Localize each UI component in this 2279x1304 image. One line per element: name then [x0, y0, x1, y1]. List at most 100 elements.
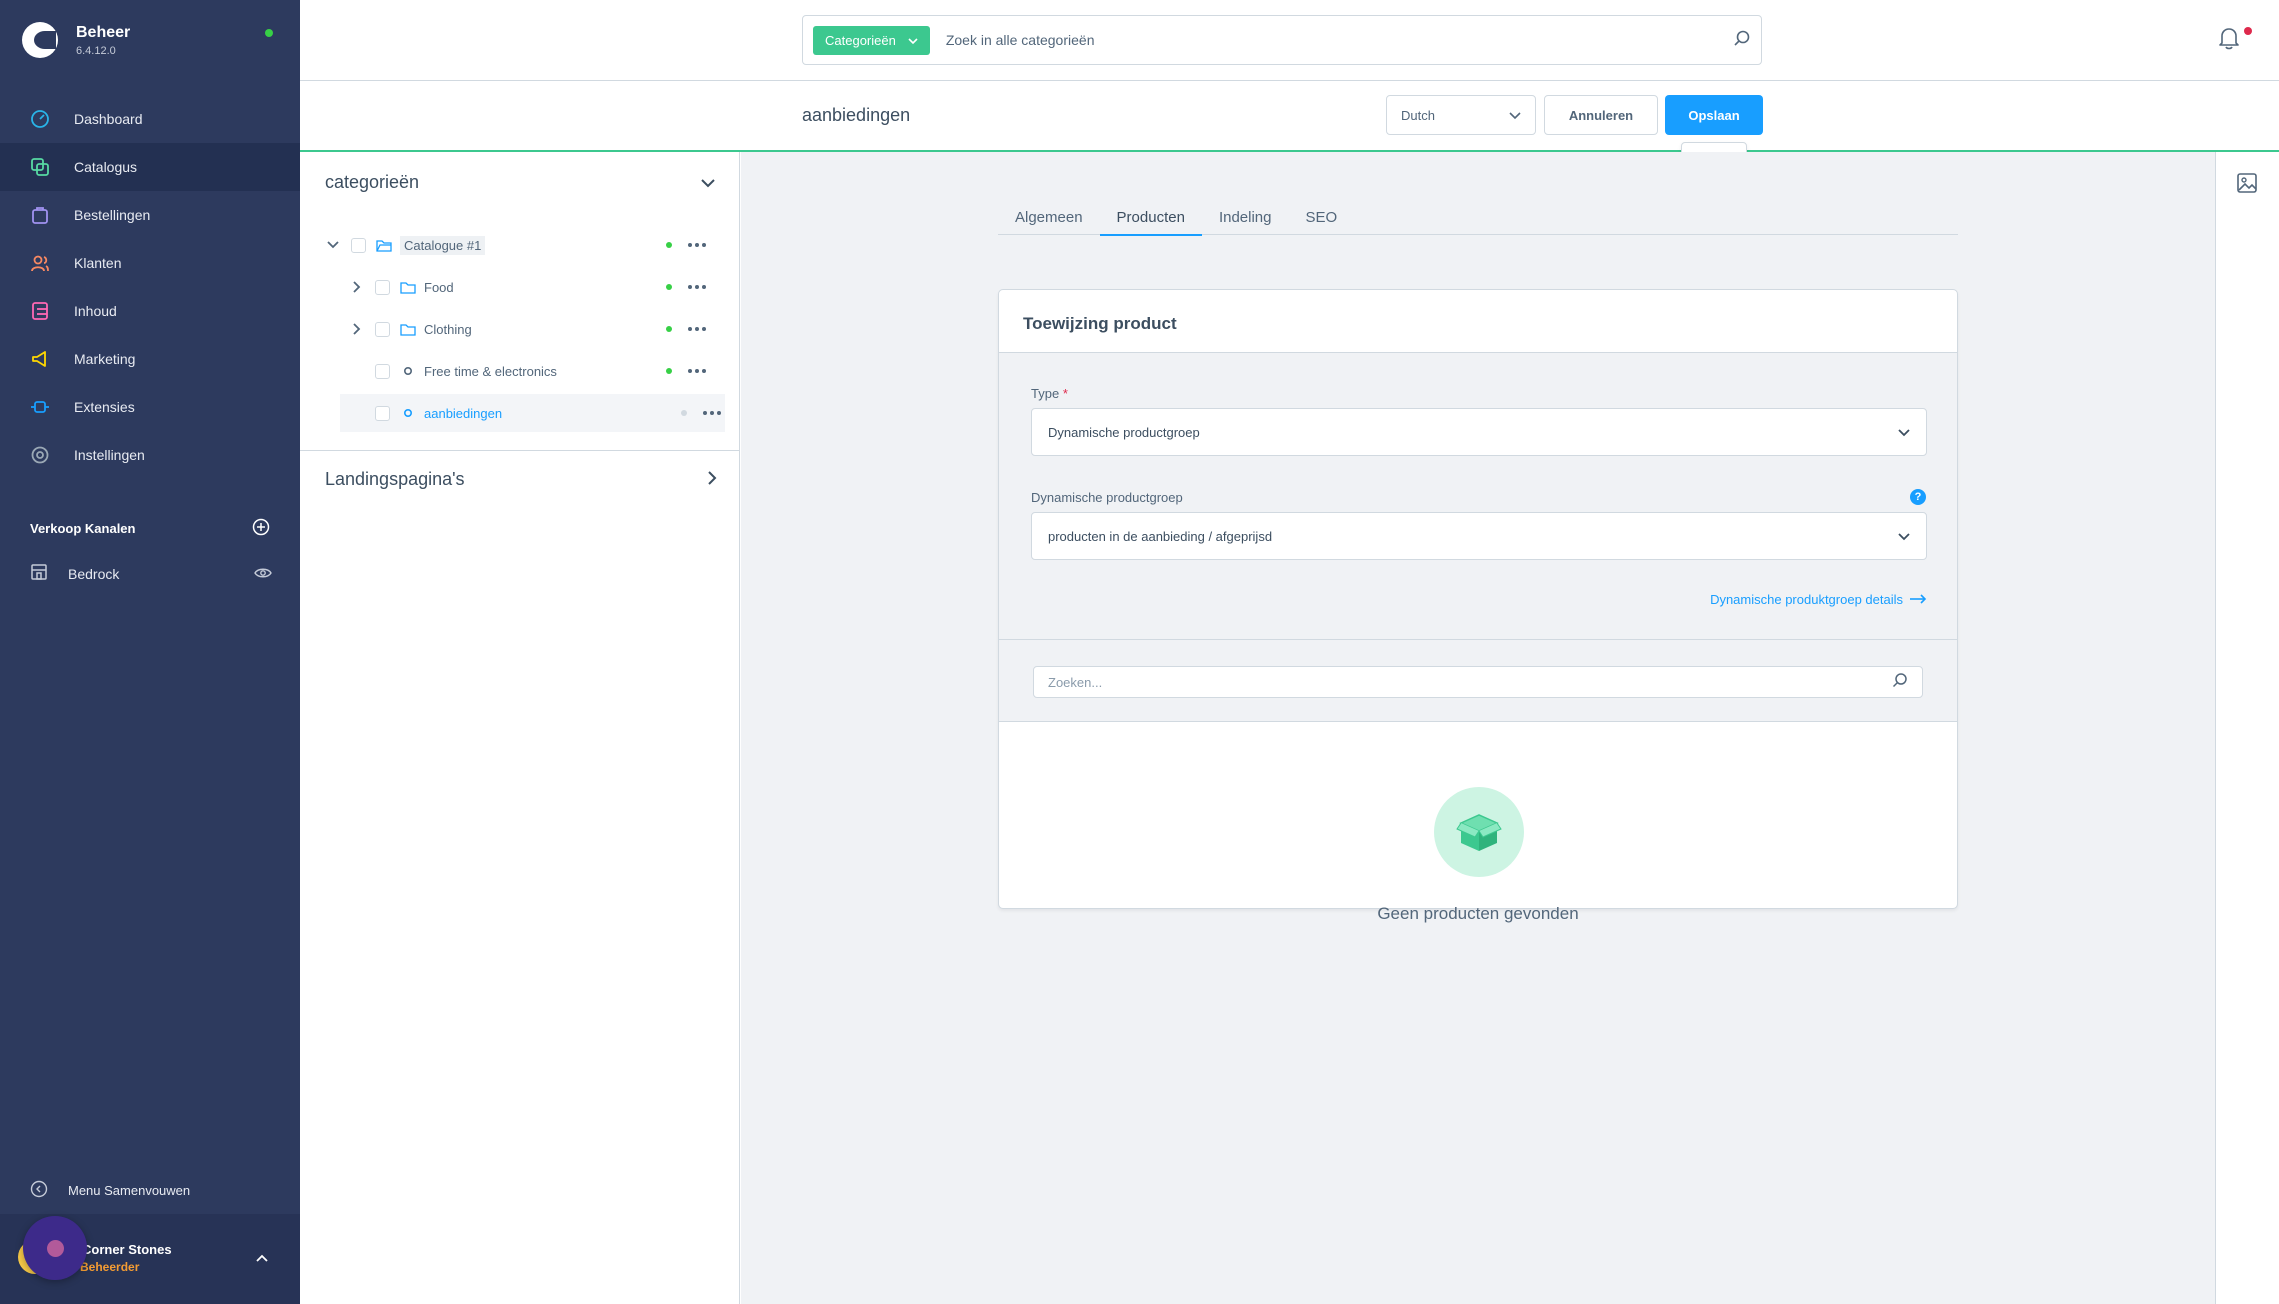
tree-item-clothing[interactable]: Clothing — [349, 310, 710, 348]
landing-pages-header[interactable]: Landingspagina's — [325, 469, 717, 490]
tab-bar: Algemeen Producten Indeling SEO — [998, 200, 1958, 236]
tab-producten[interactable]: Producten — [1099, 200, 1203, 236]
active-status-dot — [666, 284, 672, 290]
active-status-dot — [666, 368, 672, 374]
collapse-menu-button[interactable]: Menu Samenvouwen — [30, 1180, 190, 1201]
sidebar: Beheer 6.4.12.0 Dashboard Catalogus Best… — [0, 0, 300, 1304]
tree-checkbox[interactable] — [375, 279, 390, 295]
tree-item-catalogue[interactable]: Catalogue #1 — [325, 226, 710, 264]
sales-channels-header: Verkoop Kanalen — [30, 518, 270, 539]
language-value: Dutch — [1401, 107, 1435, 123]
chevron-right-icon[interactable] — [349, 281, 365, 293]
global-search: Categorieën — [802, 15, 1762, 65]
product-search-input[interactable] — [1048, 674, 1892, 690]
main-content: Algemeen Producten Indeling SEO Toewijzi… — [741, 152, 2215, 1304]
tree-item-food[interactable]: Food — [349, 268, 710, 306]
help-icon[interactable]: ? — [1910, 489, 1926, 505]
tree-checkbox[interactable] — [375, 363, 390, 379]
nav-item-klanten[interactable]: Klanten — [0, 239, 300, 287]
nav-item-bestellingen[interactable]: Bestellingen — [0, 191, 300, 239]
search-icon[interactable] — [1733, 29, 1751, 52]
app-name: Beheer — [76, 23, 131, 41]
nav-item-marketing[interactable]: Marketing — [0, 335, 300, 383]
inactive-status-dot — [681, 410, 687, 416]
category-tree-panel: categorieën Catalogue #1 Food Clothing F… — [300, 152, 740, 1304]
nav-label: Inhoud — [74, 303, 117, 319]
save-button[interactable]: Opslaan — [1665, 95, 1763, 135]
nav-label: Klanten — [74, 255, 122, 271]
search-icon[interactable] — [1892, 672, 1908, 693]
type-select[interactable]: Dynamische productgroep — [1031, 408, 1927, 456]
product-assignment-card: Toewijzing product Type * Dynamische pro… — [998, 289, 1958, 909]
product-group-details-link[interactable]: Dynamische produktgroep details — [1710, 592, 1927, 607]
search-type-select[interactable]: Categorieën — [813, 25, 930, 55]
context-menu-icon[interactable] — [688, 327, 706, 331]
notification-bell-icon[interactable] — [2218, 26, 2240, 55]
global-search-input[interactable] — [945, 32, 1733, 48]
search-type-label: Categorieën — [825, 32, 896, 48]
leaf-dot-icon — [400, 366, 416, 376]
cancel-button[interactable]: Annuleren — [1544, 95, 1658, 135]
tree-checkbox[interactable] — [375, 405, 390, 421]
tree-item-label: aanbiedingen — [424, 405, 503, 421]
tab-seo[interactable]: SEO — [1288, 200, 1354, 235]
nav-item-instellingen[interactable]: Instellingen — [0, 431, 300, 479]
tree-checkbox[interactable] — [375, 321, 390, 337]
product-search-box — [1033, 666, 1923, 698]
chevron-down-icon — [908, 33, 918, 48]
chevron-left-circle-icon — [30, 1180, 48, 1201]
language-select[interactable]: Dutch — [1386, 95, 1536, 135]
type-select-value: Dynamische productgroep — [1048, 424, 1200, 440]
main-navigation: Dashboard Catalogus Bestellingen Klanten… — [0, 95, 300, 479]
tab-algemeen[interactable]: Algemeen — [998, 200, 1100, 235]
context-menu-icon[interactable] — [688, 369, 706, 373]
product-group-field-label: Dynamische productgroep — [1031, 490, 1183, 505]
catalog-icon — [30, 157, 50, 177]
chevron-up-icon[interactable] — [255, 1250, 269, 1268]
eye-icon[interactable] — [254, 566, 272, 582]
chevron-down-icon[interactable] — [325, 241, 341, 249]
tree-item-aanbiedingen[interactable]: aanbiedingen — [340, 394, 725, 432]
nav-label: Dashboard — [74, 111, 143, 127]
tab-indeling[interactable]: Indeling — [1202, 200, 1289, 235]
content-icon — [30, 301, 50, 321]
shopware-logo — [22, 22, 58, 58]
divider — [300, 450, 740, 451]
chevron-down-icon — [1509, 108, 1521, 123]
active-status-dot — [666, 242, 672, 248]
notification-badge — [2244, 27, 2252, 35]
brand[interactable]: Beheer 6.4.12.0 — [22, 22, 130, 58]
landing-pages-title: Landingspagina's — [325, 469, 465, 489]
page-title: aanbiedingen — [802, 105, 911, 125]
empty-state-text: Geen producten gevonden — [1377, 904, 1579, 923]
product-group-select[interactable]: producten in de aanbieding / afgeprijsd — [1031, 512, 1927, 560]
user-name: Corner Stones — [82, 1242, 172, 1257]
active-status-dot — [666, 326, 672, 332]
chat-bubble-button[interactable] — [23, 1216, 87, 1280]
context-menu-icon[interactable] — [688, 285, 706, 289]
empty-box-icon — [1434, 787, 1524, 877]
nav-item-extensies[interactable]: Extensies — [0, 383, 300, 431]
folder-open-icon — [376, 239, 392, 252]
card-title: Toewijzing product — [1023, 314, 1177, 333]
media-image-icon[interactable] — [2236, 172, 2258, 199]
tree-item-free-time[interactable]: Free time & electronics — [349, 352, 710, 390]
nav-item-catalogus[interactable]: Catalogus — [0, 143, 300, 191]
tree-checkbox[interactable] — [351, 237, 366, 253]
customers-icon — [30, 253, 50, 273]
context-menu-icon[interactable] — [703, 411, 721, 415]
nav-item-dashboard[interactable]: Dashboard — [0, 95, 300, 143]
chevron-down-icon — [1898, 425, 1910, 440]
type-field-label: Type * — [1031, 386, 1068, 401]
chevron-right-icon[interactable] — [349, 323, 365, 335]
nav-label: Catalogus — [74, 159, 138, 175]
dashboard-icon — [30, 109, 50, 129]
sales-channel-bedrock[interactable]: Bedrock — [30, 563, 272, 584]
nav-item-inhoud[interactable]: Inhoud — [0, 287, 300, 335]
add-sales-channel-icon[interactable] — [252, 518, 270, 539]
category-tree-header[interactable]: categorieën — [325, 172, 715, 193]
tree-item-label: Catalogue #1 — [400, 235, 486, 255]
chevron-down-icon — [701, 172, 715, 193]
context-menu-icon[interactable] — [688, 243, 706, 247]
top-bar: Categorieën — [300, 0, 2279, 81]
